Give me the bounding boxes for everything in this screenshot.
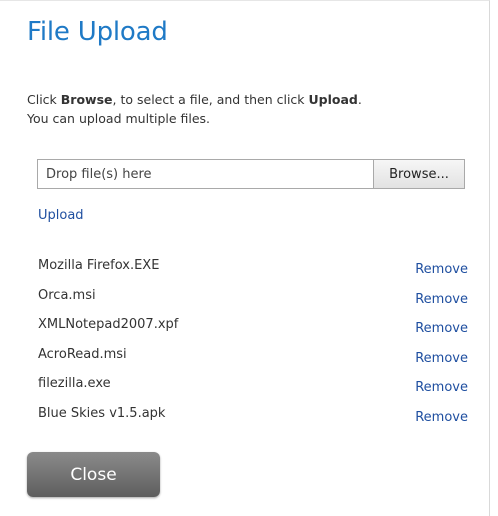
- file-row: Orca.msi Remove: [38, 288, 470, 318]
- file-name: Mozilla Firefox.EXE: [38, 258, 160, 273]
- file-name: XMLNotepad2007.xpf: [38, 317, 179, 332]
- file-row: XMLNotepad2007.xpf Remove: [38, 317, 470, 347]
- file-name: Orca.msi: [38, 287, 96, 303]
- instructions-browse-word: Browse: [60, 92, 113, 107]
- instructions-line-1: Click Browse, to select a file, and then…: [27, 90, 362, 109]
- instructions-part-3: .: [357, 92, 362, 107]
- file-name: AcroRead.msi: [38, 346, 127, 362]
- upload-link[interactable]: Upload: [38, 208, 84, 223]
- instructions-part-1: Click: [27, 92, 61, 107]
- file-name: Blue Skies v1.5.apk: [38, 405, 166, 421]
- remove-link[interactable]: Remove: [415, 321, 468, 336]
- file-name: filezilla.exe: [38, 376, 111, 391]
- file-row: AcroRead.msi Remove: [38, 347, 470, 377]
- instructions-part-2: , to select a file, and then click: [112, 92, 309, 107]
- instructions-upload-word: Upload: [308, 92, 358, 107]
- close-button[interactable]: Close: [27, 452, 160, 497]
- remove-link[interactable]: Remove: [415, 351, 468, 366]
- browse-button[interactable]: Browse...: [373, 160, 464, 188]
- file-upload-dialog: File Upload Click Browse, to select a fi…: [0, 0, 490, 516]
- remove-link[interactable]: Remove: [415, 292, 468, 307]
- remove-link[interactable]: Remove: [415, 262, 468, 277]
- dialog-title: File Upload: [27, 17, 168, 47]
- file-drop-row: Drop file(s) here Browse...: [37, 159, 465, 189]
- remove-link[interactable]: Remove: [415, 410, 468, 425]
- file-row: Blue Skies v1.5.apk Remove: [38, 406, 470, 436]
- drop-zone-field[interactable]: Drop file(s) here: [38, 160, 373, 188]
- file-list: Mozilla Firefox.EXE Remove Orca.msi Remo…: [38, 258, 470, 435]
- file-row: Mozilla Firefox.EXE Remove: [38, 258, 470, 288]
- remove-link[interactable]: Remove: [415, 380, 468, 395]
- instructions-line-2: You can upload multiple files.: [27, 111, 211, 126]
- instructions-text: Click Browse, to select a file, and then…: [27, 90, 362, 128]
- file-row: filezilla.exe Remove: [38, 376, 470, 406]
